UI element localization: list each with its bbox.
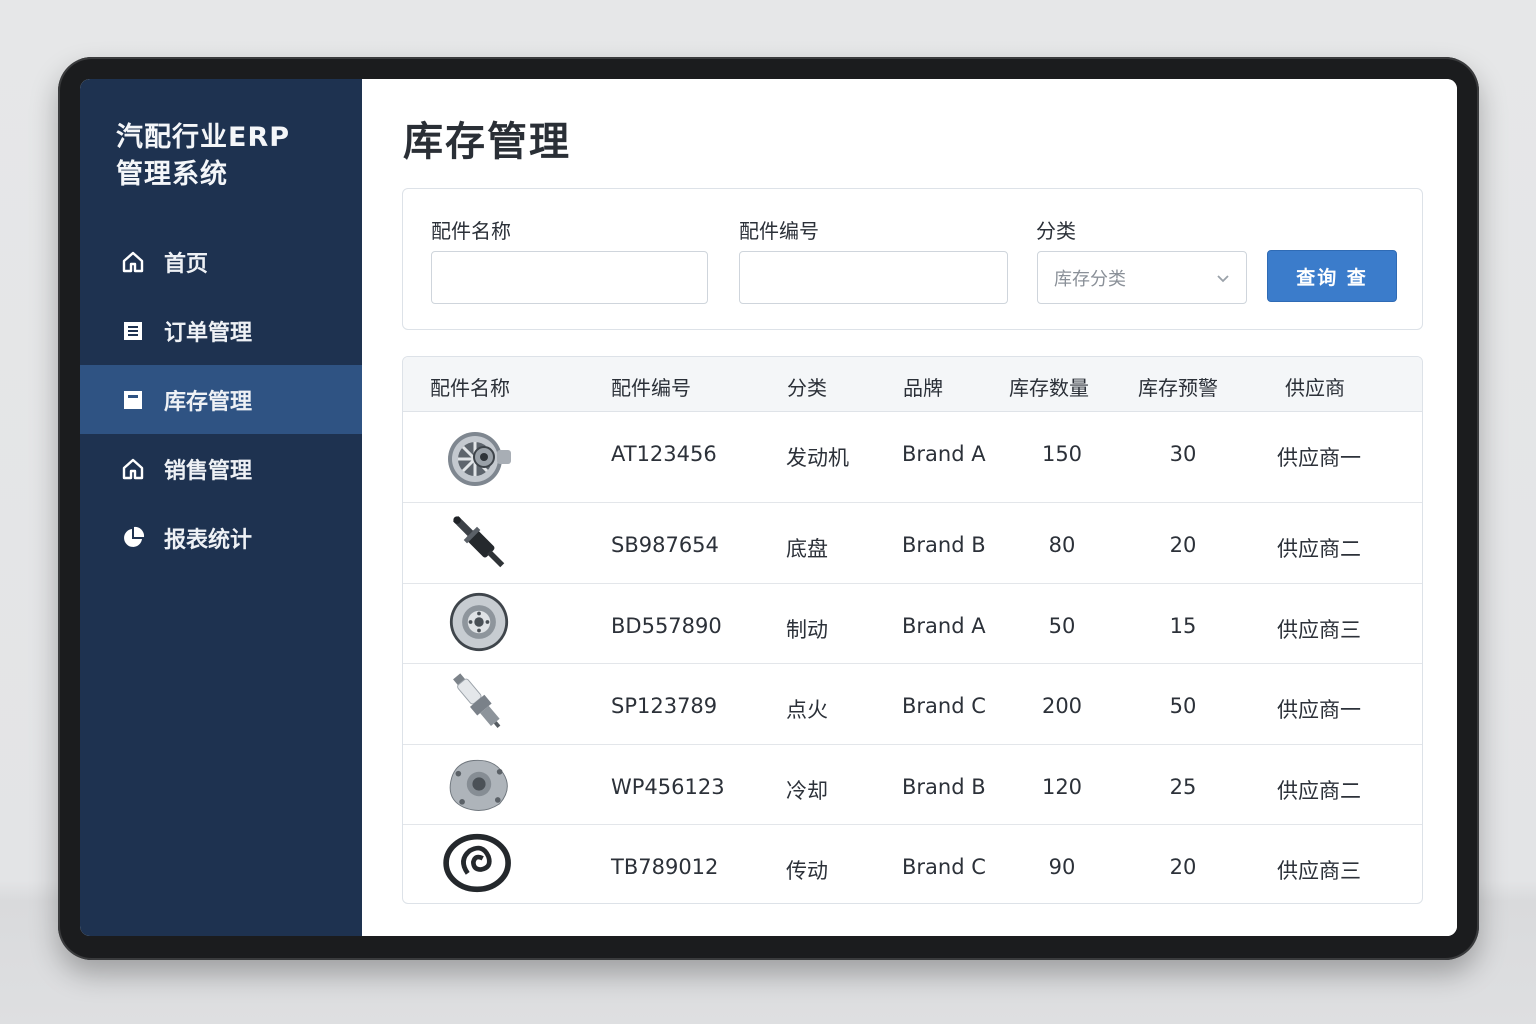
home-icon (120, 249, 146, 275)
part-code-cell: AT123456 (611, 442, 717, 466)
pie-chart-icon (120, 525, 146, 551)
sidebar-item-sales[interactable]: 销售管理 (80, 434, 362, 503)
main-content: 库存管理 配件名称 配件编号 分类 库存分类 查询 查 配件名称 配件编号 分类 (362, 79, 1457, 936)
table-header: 配件名称 配件编号 分类 品牌 库存数量 库存预警 供应商 (403, 357, 1422, 412)
stock-alert-cell: 20 (1169, 533, 1197, 557)
supplier-cell: 供应商一 (1277, 446, 1361, 470)
column-header-stock-qty: 库存数量 (1009, 376, 1089, 400)
sidebar-item-label: 首页 (164, 251, 209, 277)
spark-plug-part-image (453, 673, 501, 728)
chevron-down-icon (1217, 275, 1229, 283)
inventory-table: 配件名称 配件编号 分类 品牌 库存数量 库存预警 供应商 AT123456 发… (402, 356, 1423, 904)
app-screen: 汽配行业ERP 管理系统 首页 订单管理 库存管理 销售管理 报表统计 库存管理… (80, 79, 1457, 936)
sidebar-item-label: 库存管理 (164, 389, 253, 415)
stock-alert-cell: 25 (1169, 775, 1197, 799)
sidebar-item-label: 订单管理 (164, 320, 253, 346)
category-select-value: 库存分类 (1054, 268, 1126, 290)
sidebar-item-orders[interactable]: 订单管理 (80, 296, 362, 365)
part-code-cell: SB987654 (611, 533, 719, 557)
stock-alert-cell: 15 (1169, 614, 1197, 638)
alternator-part-image (448, 432, 511, 486)
category-cell: 制动 (786, 618, 828, 642)
shock-absorber-part-image (453, 516, 505, 568)
brand-cell: Brand A (902, 442, 986, 466)
category-select[interactable]: 库存分类 (1037, 251, 1247, 304)
water-pump-part-image (449, 759, 508, 811)
app-title: 汽配行业ERP 管理系统 (116, 122, 291, 190)
column-header-part-code: 配件编号 (611, 376, 691, 400)
part-code-label: 配件编号 (739, 219, 819, 243)
home-icon (120, 456, 146, 482)
inventory-box-icon (120, 387, 146, 413)
stock-qty-cell: 50 (1048, 614, 1076, 638)
part-code-cell: SP123789 (611, 694, 718, 718)
supplier-cell: 供应商二 (1277, 537, 1361, 561)
stock-qty-cell: 150 (1041, 442, 1083, 466)
stock-qty-cell: 120 (1041, 775, 1083, 799)
tablet-device-frame: 汽配行业ERP 管理系统 首页 订单管理 库存管理 销售管理 报表统计 库存管理… (58, 57, 1479, 960)
column-header-part-name: 配件名称 (430, 376, 510, 400)
brand-cell: Brand B (902, 533, 986, 557)
part-code-cell: WP456123 (611, 775, 725, 799)
table-row[interactable]: TB789012 传动 Brand C 90 20 供应商三 (403, 825, 1422, 903)
table-row[interactable]: BD557890 制动 Brand A 50 15 供应商三 (403, 584, 1422, 664)
column-header-category: 分类 (787, 376, 827, 400)
category-cell: 发动机 (786, 446, 849, 470)
column-header-stock-alert: 库存预警 (1138, 376, 1218, 400)
table-row[interactable]: SP123789 点火 Brand C 200 50 供应商一 (403, 664, 1422, 745)
sidebar-item-home[interactable]: 首页 (80, 227, 362, 296)
sidebar-nav: 首页 订单管理 库存管理 销售管理 报表统计 (80, 227, 362, 572)
stock-alert-cell: 30 (1169, 442, 1197, 466)
sidebar-item-label: 报表统计 (164, 527, 253, 553)
category-cell: 冷却 (786, 779, 828, 803)
category-label: 分类 (1036, 219, 1076, 243)
category-cell: 点火 (786, 698, 828, 722)
supplier-cell: 供应商一 (1277, 698, 1361, 722)
sidebar: 汽配行业ERP 管理系统 首页 订单管理 库存管理 销售管理 报表统计 (80, 79, 362, 936)
stock-alert-cell: 20 (1169, 855, 1197, 879)
table-row[interactable]: AT123456 发动机 Brand A 150 30 供应商一 (403, 412, 1422, 503)
brand-cell: Brand B (902, 775, 986, 799)
category-cell: 传动 (786, 859, 828, 883)
column-header-brand: 品牌 (903, 376, 943, 400)
sidebar-item-label: 销售管理 (164, 458, 253, 484)
part-code-cell: TB789012 (611, 855, 719, 879)
brand-cell: Brand C (902, 694, 986, 718)
brake-disc-part-image (449, 592, 509, 652)
stock-qty-cell: 80 (1048, 533, 1076, 557)
page-title: 库存管理 (403, 119, 571, 165)
stock-qty-cell: 200 (1041, 694, 1083, 718)
sidebar-item-reports[interactable]: 报表统计 (80, 503, 362, 572)
search-button[interactable]: 查询 查 (1267, 250, 1397, 302)
brand-cell: Brand C (902, 855, 986, 879)
brand-cell: Brand A (902, 614, 986, 638)
stock-qty-cell: 90 (1048, 855, 1076, 879)
table-row[interactable]: WP456123 冷却 Brand B 120 25 供应商二 (403, 745, 1422, 825)
part-name-input[interactable] (431, 251, 708, 304)
part-name-label: 配件名称 (431, 219, 511, 243)
supplier-cell: 供应商三 (1277, 859, 1361, 883)
filter-panel: 配件名称 配件编号 分类 库存分类 查询 查 (402, 188, 1423, 330)
sidebar-item-inventory[interactable]: 库存管理 (80, 365, 362, 434)
part-code-input[interactable] (739, 251, 1008, 304)
part-code-cell: BD557890 (611, 614, 722, 638)
column-header-supplier: 供应商 (1285, 376, 1345, 400)
category-cell: 底盘 (786, 537, 828, 561)
timing-belt-part-image (443, 833, 511, 893)
table-row[interactable]: SB987654 底盘 Brand B 80 20 供应商二 (403, 503, 1422, 584)
document-list-icon (120, 318, 146, 344)
stock-alert-cell: 50 (1169, 694, 1197, 718)
supplier-cell: 供应商二 (1277, 779, 1361, 803)
supplier-cell: 供应商三 (1277, 618, 1361, 642)
